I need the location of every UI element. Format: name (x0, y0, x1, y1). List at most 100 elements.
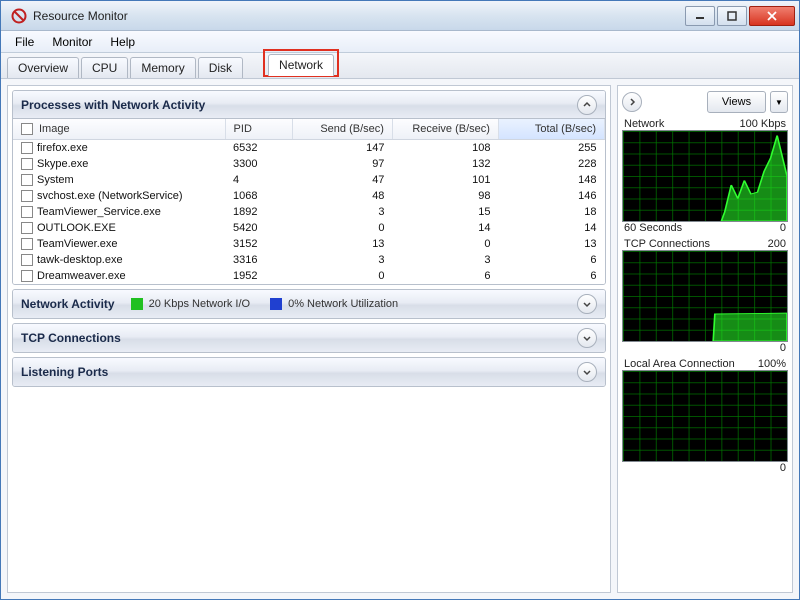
body: Processes with Network Activity Image PI… (1, 79, 799, 599)
cell-pid: 1952 (225, 268, 292, 284)
cell-pid: 6532 (225, 140, 292, 157)
views-button[interactable]: Views (707, 91, 766, 113)
section-network-activity-header[interactable]: Network Activity 20 Kbps Network I/O 0% … (13, 290, 605, 318)
section-ports-header[interactable]: Listening Ports (13, 358, 605, 386)
graph-tcp: TCP Connections200 0 (622, 238, 788, 354)
cell-send: 147 (292, 140, 392, 157)
expand-icon[interactable] (577, 362, 597, 382)
window-title: Resource Monitor (33, 9, 683, 23)
row-checkbox[interactable] (21, 190, 33, 202)
views-dropdown-icon[interactable]: ▼ (770, 91, 788, 113)
collapse-right-icon[interactable] (622, 92, 642, 112)
cell-image: firefox.exe (37, 142, 88, 154)
graph-lan: Local Area Connection100% 0 (622, 358, 788, 474)
row-checkbox[interactable] (21, 238, 33, 250)
section-tcp-header[interactable]: TCP Connections (13, 324, 605, 352)
cell-total: 255 (498, 140, 604, 157)
row-checkbox[interactable] (21, 206, 33, 218)
cell-pid: 3152 (225, 236, 292, 252)
maximize-button[interactable] (717, 6, 747, 26)
col-total[interactable]: Total (B/sec) (498, 119, 604, 140)
cell-send: 3 (292, 204, 392, 220)
col-receive[interactable]: Receive (B/sec) (392, 119, 498, 140)
cell-receive: 3 (392, 252, 498, 268)
row-checkbox[interactable] (21, 222, 33, 234)
cell-total: 228 (498, 156, 604, 172)
cell-receive: 132 (392, 156, 498, 172)
cell-receive: 98 (392, 188, 498, 204)
cell-pid: 5420 (225, 220, 292, 236)
row-checkbox[interactable] (21, 174, 33, 186)
table-row[interactable]: TeamViewer_Service.exe189231518 (13, 204, 605, 220)
swatch-blue-icon (270, 298, 282, 310)
graph-network-br: 0 (780, 222, 786, 234)
cell-image: Skype.exe (37, 158, 88, 170)
cell-send: 47 (292, 172, 392, 188)
graph-network: Network100 Kbps 60 Seconds0 (622, 118, 788, 234)
graph-tcp-max: 200 (768, 238, 786, 250)
tab-memory[interactable]: Memory (130, 57, 195, 78)
table-row[interactable]: svchost.exe (NetworkService)10684898146 (13, 188, 605, 204)
expand-icon[interactable] (577, 328, 597, 348)
cell-total: 13 (498, 236, 604, 252)
cell-pid: 3316 (225, 252, 292, 268)
tab-cpu[interactable]: CPU (81, 57, 128, 78)
table-row[interactable]: Dreamweaver.exe1952066 (13, 268, 605, 284)
tab-network[interactable]: Network (268, 54, 334, 76)
cell-image: TeamViewer.exe (37, 238, 118, 250)
section-network-activity-title: Network Activity (21, 297, 115, 311)
table-row[interactable]: System447101148 (13, 172, 605, 188)
section-ports-title: Listening Ports (21, 365, 108, 379)
cell-send: 97 (292, 156, 392, 172)
select-all-checkbox[interactable] (21, 123, 33, 135)
section-tcp-title: TCP Connections (21, 331, 121, 345)
table-row[interactable]: tawk-desktop.exe3316336 (13, 252, 605, 268)
row-checkbox[interactable] (21, 270, 33, 282)
tab-highlight: Network (263, 49, 339, 77)
row-checkbox[interactable] (21, 142, 33, 154)
collapse-icon[interactable] (577, 95, 597, 115)
menu-file[interactable]: File (7, 33, 42, 51)
tabbar: Overview CPU Memory Disk Network (1, 53, 799, 79)
graph-lan-br: 0 (780, 462, 786, 474)
row-checkbox[interactable] (21, 158, 33, 170)
section-network-activity: Network Activity 20 Kbps Network I/O 0% … (12, 289, 606, 319)
menu-help[interactable]: Help (102, 33, 143, 51)
cell-total: 6 (498, 268, 604, 284)
table-row[interactable]: firefox.exe6532147108255 (13, 140, 605, 157)
cell-receive: 6 (392, 268, 498, 284)
graph-network-title: Network (624, 118, 664, 130)
cell-send: 0 (292, 220, 392, 236)
col-send[interactable]: Send (B/sec) (292, 119, 392, 140)
tab-disk[interactable]: Disk (198, 57, 243, 78)
graph-network-max: 100 Kbps (740, 118, 786, 130)
cell-send: 0 (292, 268, 392, 284)
swatch-green-icon (131, 298, 143, 310)
processes-table: Image PID Send (B/sec) Receive (B/sec) T… (13, 119, 605, 284)
stat-io: 20 Kbps Network I/O (131, 298, 251, 310)
stat-util-label: 0% Network Utilization (288, 298, 398, 310)
expand-icon[interactable] (577, 294, 597, 314)
table-row[interactable]: TeamViewer.exe315213013 (13, 236, 605, 252)
minimize-button[interactable] (685, 6, 715, 26)
graph-network-canvas (622, 130, 788, 222)
cell-send: 13 (292, 236, 392, 252)
section-processes: Processes with Network Activity Image PI… (12, 90, 606, 285)
section-processes-title: Processes with Network Activity (21, 98, 205, 112)
cell-total: 6 (498, 252, 604, 268)
row-checkbox[interactable] (21, 254, 33, 266)
cell-send: 3 (292, 252, 392, 268)
table-row[interactable]: OUTLOOK.EXE542001414 (13, 220, 605, 236)
close-button[interactable] (749, 6, 795, 26)
col-image[interactable]: Image (13, 119, 225, 140)
table-row[interactable]: Skype.exe330097132228 (13, 156, 605, 172)
menubar: File Monitor Help (1, 31, 799, 53)
cell-total: 148 (498, 172, 604, 188)
menu-monitor[interactable]: Monitor (44, 33, 100, 51)
tab-overview[interactable]: Overview (7, 57, 79, 78)
graph-lan-max: 100% (758, 358, 786, 370)
section-processes-header[interactable]: Processes with Network Activity (13, 91, 605, 119)
cell-receive: 0 (392, 236, 498, 252)
col-pid[interactable]: PID (225, 119, 292, 140)
cell-receive: 14 (392, 220, 498, 236)
